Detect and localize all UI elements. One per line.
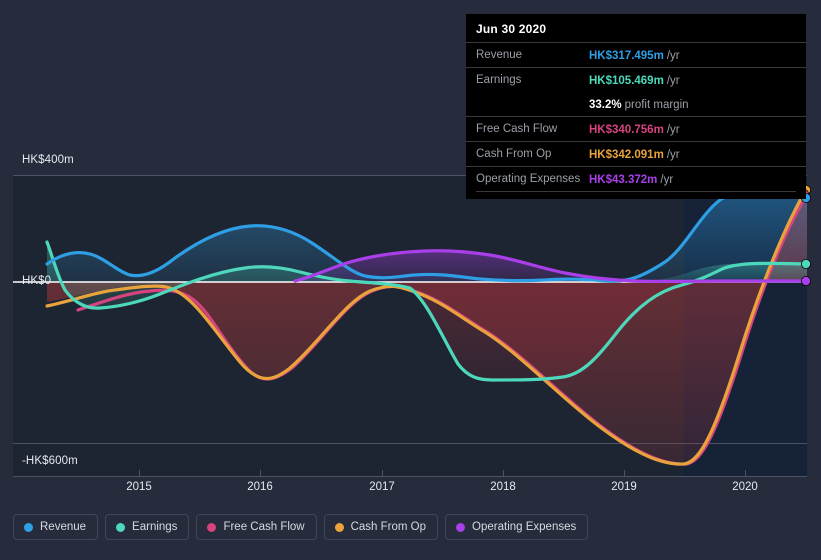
legend-item-revenue[interactable]: Revenue — [13, 514, 98, 540]
tooltip-row-operating-expenses: Operating Expenses HK$43.372m/yr — [466, 166, 806, 191]
chart-legend: Revenue Earnings Free Cash Flow Cash Fro… — [13, 514, 588, 540]
tooltip-unit-operating-expenses: /yr — [660, 174, 673, 186]
legend-label-earnings: Earnings — [132, 521, 177, 533]
tooltip-row-free-cash-flow: Free Cash Flow HK$340.756m/yr — [466, 116, 806, 141]
tooltip-value-cash-from-op: HK$342.091m — [589, 149, 664, 161]
tooltip-row-revenue: Revenue HK$317.495m/yr — [466, 42, 806, 67]
y-axis-label-top: HK$400m — [22, 154, 74, 166]
x-axis-tick-2018: 2018 — [490, 481, 516, 493]
tooltip-unit-revenue: /yr — [667, 50, 680, 62]
legend-dot-cash-from-op-icon — [335, 523, 344, 532]
legend-dot-free-cash-flow-icon — [207, 523, 216, 532]
x-axis-tick-2017: 2017 — [369, 481, 395, 493]
tooltip-value-revenue: HK$317.495m — [589, 50, 664, 62]
legend-item-free-cash-flow[interactable]: Free Cash Flow — [196, 514, 316, 540]
legend-label-free-cash-flow: Free Cash Flow — [223, 521, 304, 533]
tooltip-row-earnings: Earnings HK$105.469m/yr — [466, 67, 806, 92]
tooltip-row-profit-margin: 33.2%profit margin — [466, 92, 806, 116]
legend-dot-operating-expenses-icon — [456, 523, 465, 532]
tooltip-unit-earnings: /yr — [667, 75, 680, 87]
tooltip-unit-cash-from-op: /yr — [667, 149, 680, 161]
tooltip-value-earnings: HK$105.469m — [589, 75, 664, 87]
chart-tooltip: Jun 30 2020 Revenue HK$317.495m/yr Earni… — [466, 14, 806, 199]
legend-label-operating-expenses: Operating Expenses — [472, 521, 576, 533]
tooltip-row-cash-from-op: Cash From Op HK$342.091m/yr — [466, 141, 806, 166]
tooltip-label-operating-expenses: Operating Expenses — [476, 173, 589, 185]
tooltip-bottom-padding — [466, 192, 806, 199]
legend-label-revenue: Revenue — [40, 521, 86, 533]
endpoint-operating-expenses — [801, 276, 810, 285]
legend-item-cash-from-op[interactable]: Cash From Op — [324, 514, 438, 540]
y-axis-label-zero: HK$0 — [22, 275, 51, 287]
legend-dot-earnings-icon — [116, 523, 125, 532]
tooltip-label-revenue: Revenue — [476, 49, 589, 61]
x-axis-tick-2020: 2020 — [732, 481, 758, 493]
x-axis-tick-2016: 2016 — [247, 481, 273, 493]
tooltip-unit-free-cash-flow: /yr — [667, 124, 680, 136]
tooltip-label-earnings: Earnings — [476, 74, 589, 86]
legend-item-earnings[interactable]: Earnings — [105, 514, 189, 540]
tooltip-label-free-cash-flow: Free Cash Flow — [476, 123, 589, 135]
legend-label-cash-from-op: Cash From Op — [351, 521, 426, 533]
financial-chart-page: HK$400m HK$0 -HK$600m 2015 2016 2017 201… — [0, 0, 821, 560]
tooltip-label-cash-from-op: Cash From Op — [476, 148, 589, 160]
tooltip-unit-profit-margin: profit margin — [625, 99, 689, 111]
endpoint-earnings — [801, 259, 810, 268]
tooltip-value-free-cash-flow: HK$340.756m — [589, 124, 664, 136]
tooltip-value-operating-expenses: HK$43.372m — [589, 174, 657, 186]
tooltip-value-profit-margin: 33.2% — [589, 99, 622, 111]
y-axis-label-bottom: -HK$600m — [22, 455, 78, 467]
tooltip-date: Jun 30 2020 — [466, 14, 806, 42]
x-axis-tick-2015: 2015 — [126, 481, 152, 493]
x-axis-tick-2019: 2019 — [611, 481, 637, 493]
legend-item-operating-expenses[interactable]: Operating Expenses — [445, 514, 588, 540]
legend-dot-revenue-icon — [24, 523, 33, 532]
